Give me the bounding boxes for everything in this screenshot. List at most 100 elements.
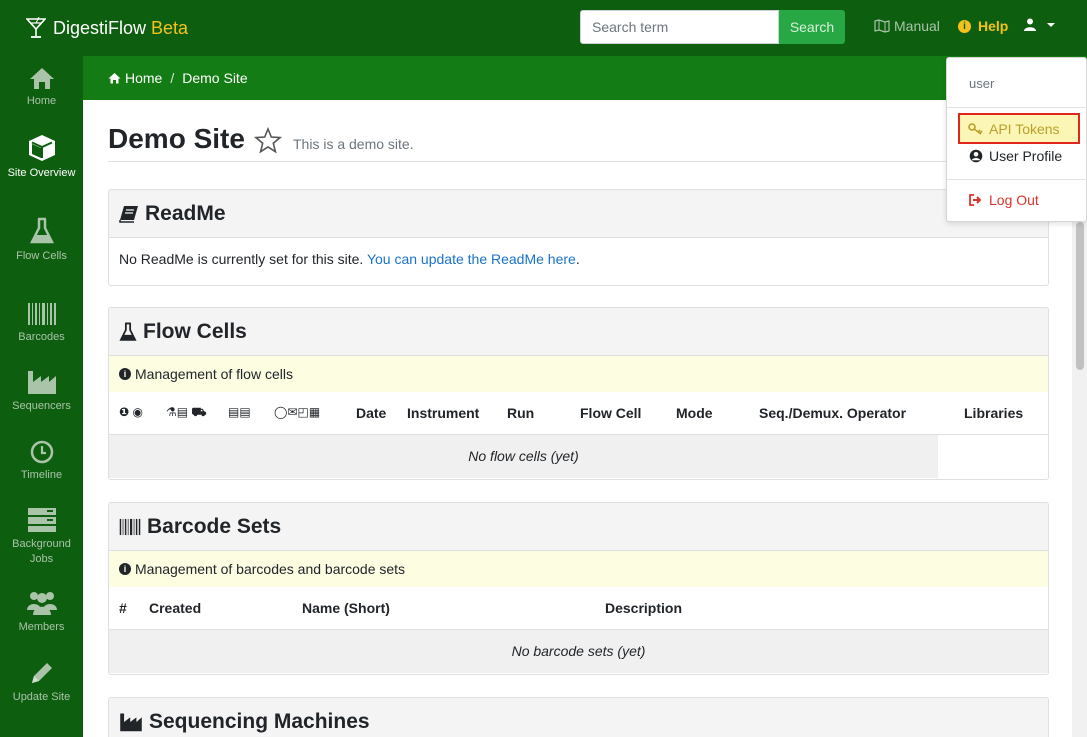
sidebar-item-label: Update Site bbox=[12, 691, 71, 703]
status-icons: ❶ ◉ bbox=[119, 405, 143, 419]
flowcells-card: Flow Cells i Management of flow cells ❶ … bbox=[108, 307, 1049, 480]
sidebar-item-label: Members bbox=[18, 621, 65, 633]
users-icon bbox=[26, 592, 57, 615]
log-out-label: Log Out bbox=[989, 192, 1039, 208]
column-header[interactable]: Description bbox=[605, 600, 682, 616]
api-tokens-menu-item[interactable]: API Tokens bbox=[958, 113, 1080, 144]
flask-icon bbox=[29, 217, 54, 244]
breadcrumb-current: Demo Site bbox=[182, 70, 248, 86]
readme-card: ReadMe No ReadMe is currently set for th… bbox=[108, 189, 1049, 286]
sign-out-icon bbox=[969, 194, 982, 206]
page-title: Demo Site bbox=[108, 123, 245, 154]
user-profile-label: User Profile bbox=[989, 148, 1063, 164]
user-profile-menu-item[interactable]: User Profile bbox=[969, 148, 1062, 164]
breadcrumb-home[interactable]: Home bbox=[125, 70, 162, 86]
help-label: Help bbox=[978, 18, 1009, 34]
barcodes-info: i Management of barcodes and barcode set… bbox=[109, 551, 1048, 587]
search-button[interactable]: Search bbox=[779, 10, 845, 44]
column-header[interactable]: # bbox=[119, 600, 127, 616]
info-icon: i bbox=[958, 19, 971, 33]
star-icon[interactable] bbox=[254, 127, 282, 154]
help-link[interactable]: i Help bbox=[958, 18, 1008, 34]
flowcells-info: i Management of flow cells bbox=[109, 356, 1048, 392]
column-header[interactable]: Run bbox=[507, 405, 534, 421]
clock-icon bbox=[30, 440, 53, 464]
home-icon bbox=[108, 73, 121, 84]
breadcrumb: Home / Demo Site bbox=[83, 56, 1087, 100]
sidebar-item-home[interactable]: Home bbox=[0, 66, 83, 109]
barcodes-header: Barcode Sets bbox=[109, 503, 1048, 551]
readme-title: ReadMe bbox=[145, 201, 226, 225]
dropdown-username: user bbox=[969, 76, 995, 91]
brand[interactable]: DigestiFlow Beta bbox=[26, 17, 188, 39]
sidebar-item-barcodes[interactable]: Barcodes bbox=[0, 302, 83, 345]
document-icons: ▤▤ bbox=[228, 405, 251, 419]
caret-down-icon bbox=[1047, 22, 1055, 27]
title-divider bbox=[108, 161, 1048, 162]
dropdown-divider bbox=[947, 107, 1087, 108]
user-dropdown-menu: user API Tokens User Profile Log Out bbox=[946, 57, 1087, 222]
info-icon: i bbox=[119, 368, 131, 380]
log-out-menu-item[interactable]: Log Out bbox=[969, 192, 1039, 208]
book-icon bbox=[119, 205, 138, 223]
info-icon: i bbox=[119, 563, 131, 575]
api-tokens-label: API Tokens bbox=[989, 120, 1060, 137]
map-icon bbox=[874, 19, 890, 33]
readme-update-link[interactable]: You can update the ReadMe here bbox=[367, 251, 576, 267]
column-header[interactable]: Instrument bbox=[407, 405, 479, 421]
home-icon bbox=[29, 68, 54, 89]
machines-header: Sequencing Machines bbox=[109, 698, 1048, 737]
sidebar-item-site-overview[interactable]: Site Overview bbox=[0, 134, 83, 181]
column-header[interactable]: Name (Short) bbox=[302, 600, 390, 616]
sidebar-item-timeline[interactable]: Timeline bbox=[0, 440, 83, 483]
brand-name: DigestiFlow bbox=[53, 17, 147, 38]
barcodes-card: Barcode Sets i Management of barcodes an… bbox=[108, 502, 1049, 675]
barcodes-title: Barcode Sets bbox=[147, 514, 282, 538]
cocktail-icon bbox=[26, 17, 46, 38]
readme-header: ReadMe bbox=[109, 190, 1048, 238]
barcodes-info-text: Management of barcodes and barcode sets bbox=[135, 561, 406, 577]
dropdown-divider bbox=[947, 179, 1087, 180]
sidebar-item-label: Background Jobs bbox=[12, 538, 71, 565]
machines-card: Sequencing Machines bbox=[108, 697, 1049, 737]
page-subtitle: This is a demo site. bbox=[293, 136, 414, 152]
readme-period: . bbox=[575, 251, 580, 267]
message-icons: ◯✉◰▦ bbox=[274, 405, 321, 419]
flowcells-empty: No flow cells (yet) bbox=[109, 435, 938, 478]
sidebar-item-label: Sequencers bbox=[12, 400, 71, 412]
sidebar-item-flow-cells[interactable]: Flow Cells bbox=[0, 217, 83, 264]
top-navbar: DigestiFlow Beta Search Manual i Help bbox=[0, 0, 1087, 56]
column-header[interactable]: Mode bbox=[676, 405, 713, 421]
sequencing-icons: ⚗▤ ⛟ bbox=[166, 405, 207, 419]
barcodes-table-header: # Created Name (Short) Description bbox=[109, 587, 1048, 630]
barcodes-empty: No barcode sets (yet) bbox=[109, 630, 1048, 673]
machines-title: Sequencing Machines bbox=[149, 709, 370, 733]
cube-icon bbox=[28, 135, 55, 161]
column-header[interactable]: Libraries bbox=[964, 405, 1023, 421]
page-scrollbar[interactable] bbox=[1072, 222, 1087, 737]
server-icon bbox=[27, 508, 56, 532]
manual-label: Manual bbox=[894, 18, 940, 34]
readme-text: No ReadMe is currently set for this site… bbox=[119, 251, 364, 267]
column-header[interactable]: Flow Cell bbox=[580, 405, 641, 421]
sidebar-item-background-jobs[interactable]: Background Jobs bbox=[0, 507, 83, 567]
scrollbar-thumb[interactable] bbox=[1076, 222, 1084, 370]
sidebar-item-update-site[interactable]: Update Site bbox=[0, 660, 83, 705]
brand-tag: Beta bbox=[151, 17, 189, 38]
sidebar-item-label: Timeline bbox=[20, 469, 63, 481]
column-header[interactable]: Date bbox=[356, 405, 386, 421]
industry-icon bbox=[120, 713, 142, 731]
sidebar-item-label: Flow Cells bbox=[16, 250, 67, 262]
manual-link[interactable]: Manual bbox=[874, 18, 940, 34]
column-header[interactable]: Seq./Demux. Operator bbox=[759, 405, 906, 421]
breadcrumb-separator: / bbox=[170, 70, 175, 86]
column-header[interactable]: Created bbox=[149, 600, 201, 616]
barcode-icon bbox=[27, 303, 56, 325]
sidebar-item-sequencers[interactable]: Sequencers bbox=[0, 369, 83, 414]
flowcells-header: Flow Cells bbox=[109, 308, 1048, 356]
sidebar-item-label: Home bbox=[26, 95, 57, 107]
user-menu-toggle[interactable] bbox=[1024, 18, 1056, 31]
search-input[interactable] bbox=[580, 10, 779, 44]
flask-icon bbox=[119, 322, 137, 341]
sidebar-item-members[interactable]: Members bbox=[0, 590, 83, 635]
